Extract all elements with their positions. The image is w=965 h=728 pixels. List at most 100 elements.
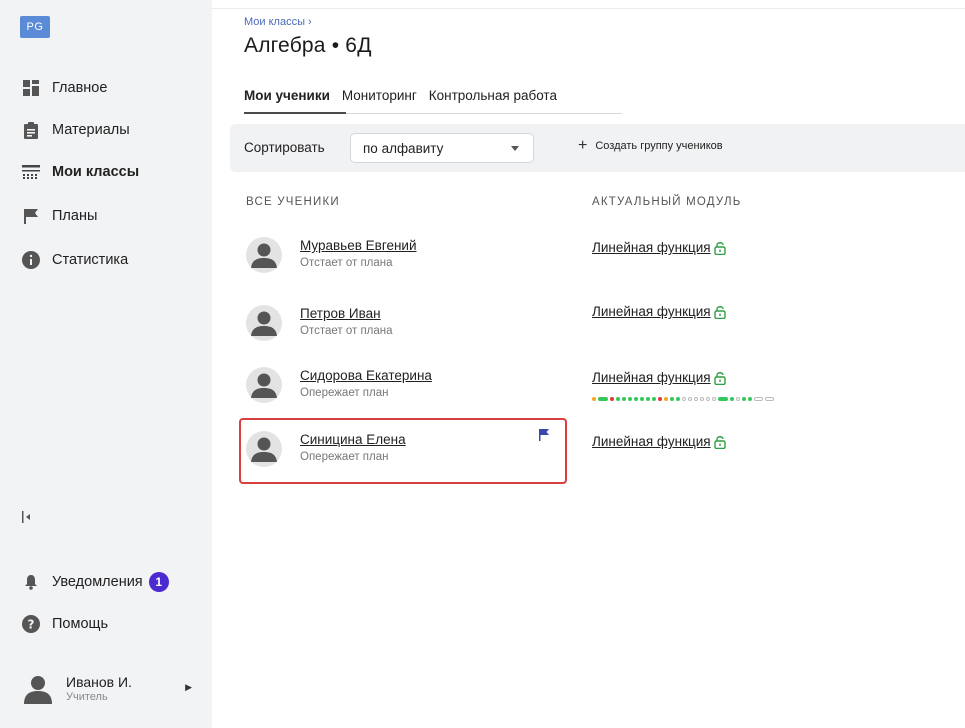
sort-select-value: по алфавиту (363, 141, 444, 156)
avatar (246, 305, 282, 341)
user-menu[interactable]: Иванов И. Учитель ▶ (22, 672, 192, 704)
sidebar-item-plans[interactable]: Планы (22, 204, 97, 228)
student-name-link[interactable]: Сидорова Екатерина (300, 368, 432, 383)
progress-mark (736, 397, 740, 401)
app-logo[interactable]: PG (20, 16, 50, 38)
sidebar-item-label: Уведомления (52, 574, 143, 590)
chevron-down-icon (511, 146, 519, 151)
student-status: Опережает план (300, 387, 389, 399)
caret-right-icon: ▶ (185, 682, 192, 692)
tab-bar: Мои ученики Мониторинг Контрольная работ… (244, 88, 569, 109)
progress-mark (598, 397, 608, 401)
sidebar-item-help[interactable]: ? Помощь (22, 612, 108, 636)
progress-mark (640, 397, 644, 401)
module-link[interactable]: Линейная функция (592, 434, 726, 449)
progress-mark (682, 397, 686, 401)
top-divider (212, 8, 965, 9)
module-progress-track (592, 397, 776, 401)
toolbar: Сортировать по алфавиту + Создать группу… (230, 124, 965, 172)
avatar (246, 367, 282, 403)
page-title: Алгебра • 6Д (244, 34, 372, 57)
module-link[interactable]: Линейная функция (592, 304, 726, 319)
user-name: Иванов И. (66, 673, 132, 690)
sidebar-item-label: Планы (52, 208, 98, 224)
progress-mark (694, 397, 698, 401)
bell-icon (22, 573, 40, 591)
progress-mark (706, 397, 710, 401)
student-name-link[interactable]: Муравьев Евгений (300, 238, 417, 253)
unlock-icon (713, 371, 726, 385)
sidebar-item-notifications[interactable]: Уведомления 1 (22, 570, 169, 594)
flag-icon (22, 207, 40, 225)
progress-mark (616, 397, 620, 401)
student-row[interactable]: Сидорова Екатерина Опережает план (246, 362, 566, 410)
module-name: Линейная функция (592, 434, 711, 449)
progress-mark (664, 397, 668, 401)
progress-mark (748, 397, 752, 401)
progress-mark (765, 397, 774, 401)
module-link[interactable]: Линейная функция (592, 240, 726, 255)
unlock-icon (713, 241, 726, 255)
progress-mark (658, 397, 662, 401)
sort-select[interactable]: по алфавиту (350, 133, 534, 163)
sidebar-item-materials[interactable]: Материалы (22, 118, 130, 142)
svg-text:?: ? (28, 618, 35, 632)
progress-mark (742, 397, 746, 401)
sidebar-item-my-classes[interactable]: Мои классы (22, 160, 139, 184)
sidebar: PG Главное Материалы Мои классы Планы Ст… (0, 0, 212, 728)
main-content: Мои классы › Алгебра • 6Д Мои ученики Мо… (212, 0, 965, 728)
sidebar-item-label: Главное (52, 80, 108, 96)
column-header-students: ВСЕ УЧЕНИКИ (246, 196, 340, 208)
notification-badge: 1 (148, 572, 169, 592)
student-status: Опережает план (300, 451, 389, 463)
sidebar-item-statistics[interactable]: Статистика (22, 248, 128, 272)
clipboard-icon (22, 121, 40, 139)
breadcrumb[interactable]: Мои классы › (244, 16, 312, 28)
progress-mark (730, 397, 734, 401)
student-name-link[interactable]: Синицина Елена (300, 432, 406, 447)
progress-mark (712, 397, 716, 401)
module-name: Линейная функция (592, 240, 711, 255)
create-group-button[interactable]: + Создать группу учеников (578, 137, 723, 154)
progress-mark (592, 397, 596, 401)
student-status: Отстает от плана (300, 257, 393, 269)
sidebar-item-label: Статистика (52, 252, 129, 268)
module-name: Линейная функция (592, 370, 711, 385)
tab-monitoring[interactable]: Мониторинг (342, 88, 417, 109)
student-row[interactable]: Петров Иван Отстает от плана (246, 300, 566, 348)
progress-mark (634, 397, 638, 401)
dashboard-icon (22, 79, 40, 97)
progress-mark (610, 397, 614, 401)
collapse-icon (22, 511, 30, 523)
student-row[interactable]: Муравьев Евгений Отстает от плана (246, 232, 566, 280)
progress-mark (628, 397, 632, 401)
progress-mark (676, 397, 680, 401)
create-group-label: Создать группу учеников (595, 140, 723, 152)
progress-mark (754, 397, 763, 401)
sort-label: Сортировать (244, 140, 325, 155)
sidebar-item-home[interactable]: Главное (22, 76, 107, 100)
student-name-link[interactable]: Петров Иван (300, 306, 381, 321)
plus-icon: + (578, 137, 588, 154)
user-role: Учитель (66, 690, 108, 703)
avatar (24, 676, 52, 704)
column-header-module: АКТУАЛЬНЫЙ МОДУЛЬ (592, 196, 742, 208)
active-tab-indicator (244, 112, 346, 114)
progress-mark (718, 397, 728, 401)
progress-mark (646, 397, 650, 401)
classes-icon (22, 163, 40, 181)
tab-test[interactable]: Контрольная работа (429, 88, 557, 109)
progress-mark (688, 397, 692, 401)
info-icon (22, 251, 40, 269)
avatar (246, 431, 282, 467)
collapse-sidebar-button[interactable] (22, 510, 32, 527)
progress-mark (652, 397, 656, 401)
student-row[interactable]: Синицина Елена Опережает план (246, 426, 566, 474)
progress-mark (622, 397, 626, 401)
flag-icon[interactable] (539, 428, 549, 446)
sidebar-item-label: Помощь (52, 616, 109, 632)
help-icon: ? (22, 615, 40, 633)
module-link[interactable]: Линейная функция (592, 370, 726, 385)
tab-my-students[interactable]: Мои ученики (244, 88, 330, 109)
avatar (246, 237, 282, 273)
